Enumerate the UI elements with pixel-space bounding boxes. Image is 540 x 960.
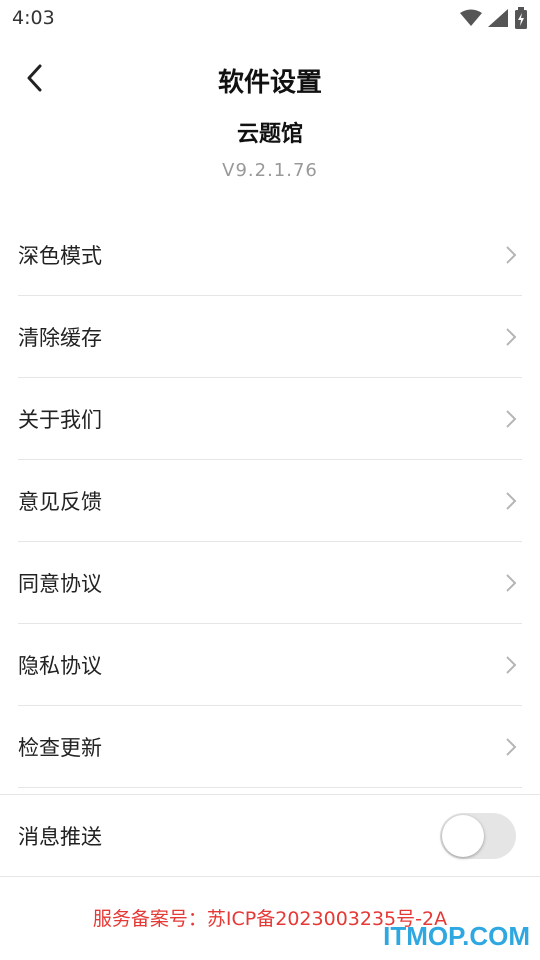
settings-item-privacy[interactable]: 隐私协议 [18,624,522,706]
chevron-right-icon [506,245,517,264]
chevron-right-icon [506,573,517,592]
settings-item-clear-cache[interactable]: 清除缓存 [18,296,522,378]
settings-item-dark-mode[interactable]: 深色模式 [18,214,522,296]
settings-item-check-update[interactable]: 检查更新 [18,706,522,788]
settings-item-agreement[interactable]: 同意协议 [18,542,522,624]
settings-item-push-notification: 消息推送 [0,794,540,877]
status-icons [460,7,528,29]
status-bar: 4:03 [0,0,540,36]
push-notification-toggle[interactable] [440,812,516,859]
chevron-right-icon [506,327,517,346]
push-notification-label: 消息推送 [18,824,102,849]
settings-list: 深色模式 清除缓存 关于我们 意见反馈 同意协议 隐私协议 检查更新 [18,214,522,788]
settings-item-feedback[interactable]: 意见反馈 [18,460,522,542]
settings-item-label: 检查更新 [18,735,102,760]
settings-item-label: 清除缓存 [18,325,102,350]
settings-item-about-us[interactable]: 关于我们 [18,378,522,460]
signal-icon [488,9,508,27]
app-version: V9.2.1.76 [222,160,318,181]
wifi-icon [460,9,482,26]
app-name: 云题馆 [236,122,303,147]
settings-item-label: 深色模式 [18,243,102,268]
settings-item-label: 关于我们 [18,407,102,432]
chevron-right-icon [506,409,517,428]
status-time: 4:03 [12,7,55,29]
settings-item-label: 隐私协议 [18,653,102,678]
settings-item-label: 意见反馈 [18,489,102,514]
chevron-right-icon [506,655,517,674]
chevron-right-icon [506,491,517,510]
toggle-knob [442,814,484,857]
battery-icon [515,7,527,29]
chevron-right-icon [506,737,517,756]
settings-item-label: 同意协议 [18,571,102,596]
header: 软件设置 [0,52,540,106]
page-title: 软件设置 [217,68,322,98]
watermark: ITMOP.COM [383,921,530,951]
